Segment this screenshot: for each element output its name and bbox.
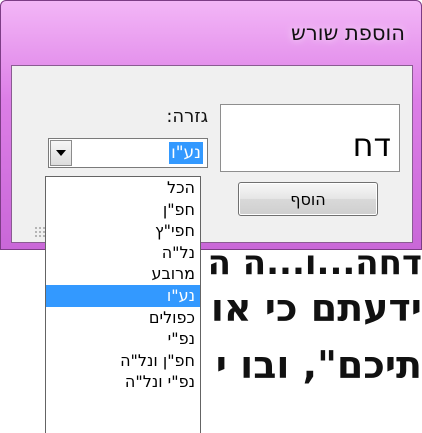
dropdown-item[interactable]: חפ"ן: [46, 199, 200, 221]
gizra-label: גזרה:: [166, 106, 208, 127]
chevron-down-icon: [56, 150, 66, 156]
dialog-title: הוספת שורש: [291, 21, 405, 45]
dropdown-item[interactable]: נע"ו: [46, 284, 200, 307]
dropdown-item[interactable]: נפ"י: [46, 328, 200, 350]
document-line-2: ידעתם כי או ה: [171, 286, 422, 330]
dropdown-item[interactable]: נפ"י ונל"ה: [46, 371, 200, 393]
combo-dropdown-button[interactable]: [50, 140, 72, 166]
dropdown-item[interactable]: כפולים: [46, 307, 200, 329]
add-button[interactable]: הוסף: [238, 182, 378, 216]
gizra-dropdown-list: הכל חפ"ן חפי"ץ נל"ה מרובע נע"ו כפולים נפ…: [45, 176, 201, 433]
gizra-combobox[interactable]: נע"ו: [48, 138, 208, 168]
dropdown-item[interactable]: חפי"ץ: [46, 220, 200, 242]
dropdown-item[interactable]: חפ"ן ונל"ה: [46, 350, 200, 372]
dropdown-item[interactable]: נל"ה: [46, 242, 200, 264]
dropdown-item[interactable]: הכל: [46, 177, 200, 199]
dropdown-item[interactable]: מרובע: [46, 263, 200, 285]
screen: דחה...ו...ה ה ידעתם כי או ה תיכם", ובו י…: [0, 0, 422, 433]
combo-selected-value: נע"ו: [169, 142, 203, 164]
root-input[interactable]: [220, 104, 400, 172]
